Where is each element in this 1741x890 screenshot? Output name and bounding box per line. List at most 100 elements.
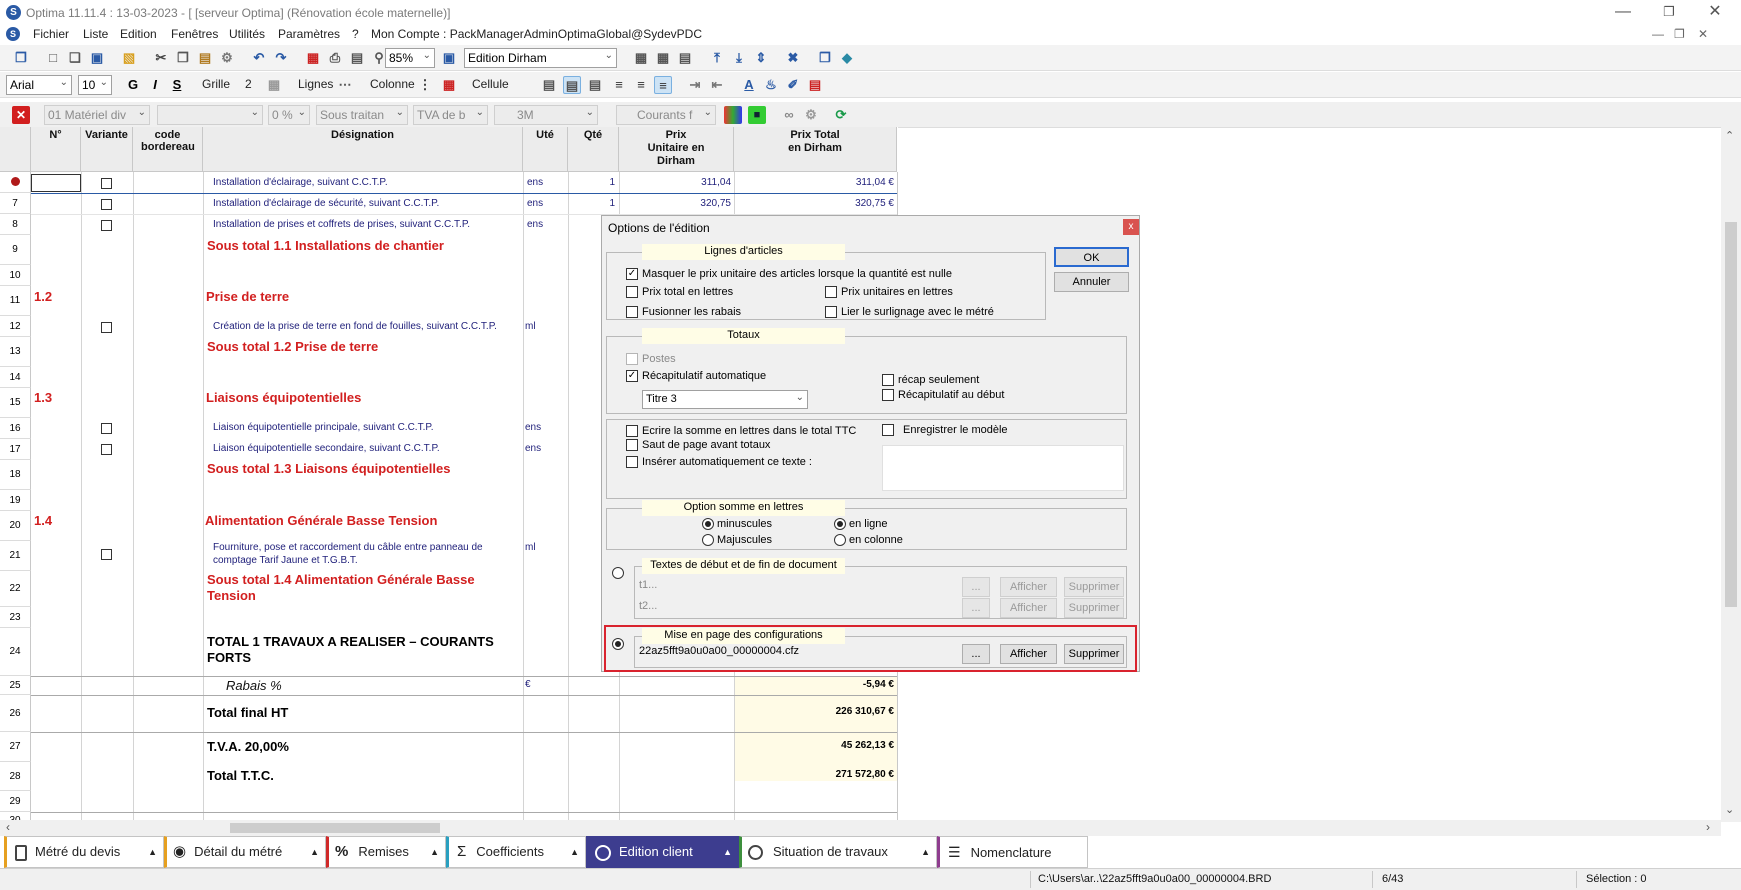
row-number[interactable]: 28 xyxy=(0,762,31,791)
section-number[interactable]: 1.2 xyxy=(34,289,52,304)
recap-seulement-checkbox[interactable] xyxy=(882,374,894,386)
row-number[interactable]: 18 xyxy=(0,460,31,490)
recap-debut-label[interactable]: Récapitulatif au début xyxy=(898,389,1004,401)
header-code-bordereau[interactable]: code bordereau xyxy=(133,127,203,172)
row-number[interactable]: 16 xyxy=(0,418,31,439)
enregistrer-modele-label[interactable]: Enregistrer le modèle xyxy=(903,424,1008,436)
print-preview-icon[interactable]: ▤ xyxy=(348,49,366,67)
minuscules-radio[interactable] xyxy=(702,518,714,530)
mdi-close-button[interactable]: ✕ xyxy=(1698,27,1708,41)
row-qte[interactable]: 1 xyxy=(570,177,615,188)
indent-increase-icon[interactable]: ⇥ xyxy=(686,76,704,94)
gear-disabled-icon[interactable]: ⚙ xyxy=(802,106,820,124)
cancel-button[interactable]: Annuler xyxy=(1054,272,1129,292)
grid-view2-icon[interactable]: ▦ xyxy=(654,49,672,67)
section-title[interactable]: Liaisons équipotentielles xyxy=(206,390,361,405)
row-number[interactable]: 25 xyxy=(0,676,31,695)
horizontal-scrollbar[interactable]: ‹ › xyxy=(0,820,1721,836)
lier-checkbox[interactable] xyxy=(825,306,837,318)
format-painter-icon[interactable]: ✐ xyxy=(784,76,802,94)
t1-browse-button[interactable]: ... xyxy=(962,577,990,597)
header-variante[interactable]: Variante xyxy=(81,127,133,172)
row-number[interactable]: 19 xyxy=(0,490,31,511)
link-icon[interactable]: ∞ xyxy=(780,106,798,124)
row-number[interactable]: 26 xyxy=(0,695,31,732)
menu-help[interactable]: ? xyxy=(352,27,359,41)
variante-checkbox[interactable] xyxy=(101,322,112,333)
section-title[interactable]: Alimentation Générale Basse Tension xyxy=(205,513,437,528)
menu-liste[interactable]: Liste xyxy=(83,27,108,41)
windows-icon[interactable]: ❐ xyxy=(12,49,30,67)
undo-icon[interactable]: ↶ xyxy=(250,49,268,67)
edition-select[interactable]: Edition Dirham ⌄ xyxy=(464,48,617,68)
bold-button[interactable]: G xyxy=(124,76,142,94)
new-file-icon[interactable]: □ xyxy=(44,49,62,67)
tab-situation-travaux[interactable]: Situation de travaux ▲ xyxy=(739,836,937,868)
menu-parametres[interactable]: Paramètres xyxy=(278,27,340,41)
en-colonne-radio[interactable] xyxy=(834,534,846,546)
en-colonne-label[interactable]: en colonne xyxy=(849,534,903,546)
total-ttc-value[interactable]: 271 572,80 € xyxy=(736,769,894,780)
ok-button[interactable]: OK xyxy=(1054,247,1129,267)
paste-icon[interactable]: ▤ xyxy=(196,49,214,67)
tab-metre-devis[interactable]: Métré du devis ▲ xyxy=(4,836,164,868)
prix-total-lettres-checkbox[interactable] xyxy=(626,286,638,298)
t2-browse-button[interactable]: ... xyxy=(962,598,990,618)
inserer-texte-label[interactable]: Insérer automatiquement ce texte : xyxy=(642,456,812,468)
filter-blank-select[interactable]: ⌄ xyxy=(157,105,263,125)
filter-3m-select[interactable]: 3M ⌄ xyxy=(494,105,598,125)
row-prix-unitaire[interactable]: 320,75 xyxy=(621,198,731,209)
config-afficher-button[interactable]: Afficher xyxy=(1000,644,1057,664)
row-ute[interactable]: ens xyxy=(527,198,543,209)
subtotal-label[interactable]: Sous total 1.4 Alimentation Générale Bas… xyxy=(207,572,475,587)
majuscules-label[interactable]: Majuscules xyxy=(717,534,772,546)
scrollbar-thumb[interactable] xyxy=(1725,222,1737,607)
row-number[interactable]: 7 xyxy=(0,193,31,214)
subtotal-label[interactable]: Sous total 1.1 Installations de chantier xyxy=(207,238,444,253)
titre-select[interactable]: Titre 3 ⌄ xyxy=(642,390,808,409)
menu-fenetres[interactable]: Fenêtres xyxy=(171,27,218,41)
grid-icon[interactable]: ▦ xyxy=(265,76,283,94)
row-designation[interactable]: Fourniture, pose et raccordement du câbl… xyxy=(213,542,483,553)
row-ute[interactable]: ml xyxy=(525,321,536,332)
fusionner-label[interactable]: Fusionner les rabais xyxy=(642,306,741,318)
move-bottom-icon[interactable]: ⤓ xyxy=(730,49,748,67)
fill-color-icon[interactable]: ♨ xyxy=(762,76,780,94)
copy-file-icon[interactable]: ❏ xyxy=(66,49,84,67)
recap-debut-checkbox[interactable] xyxy=(882,389,894,401)
zoom-select[interactable]: 85% ⌄ xyxy=(385,48,435,68)
strike-button[interactable]: S xyxy=(168,76,186,94)
cell-border-bottom-icon[interactable]: ▤ xyxy=(586,76,604,94)
mise-en-page-radio[interactable] xyxy=(612,638,624,650)
row-number[interactable]: 27 xyxy=(0,732,31,762)
lock-icon[interactable]: ■ xyxy=(748,106,766,124)
postes-label[interactable]: Postes xyxy=(642,353,676,365)
print-icon[interactable]: ⎙ xyxy=(326,49,344,67)
variante-checkbox[interactable] xyxy=(101,444,112,455)
tva-label[interactable]: T.V.A. 20,00% xyxy=(207,739,289,754)
move-top-icon[interactable]: ⤒ xyxy=(708,49,726,67)
enregistrer-modele-checkbox[interactable] xyxy=(882,424,894,436)
row-number[interactable]: 11 xyxy=(0,286,31,316)
font-color-icon[interactable]: A xyxy=(740,76,758,94)
row-number[interactable]: 15 xyxy=(0,388,31,418)
row-ute[interactable]: ens xyxy=(525,443,541,454)
prix-unit-lettres-label[interactable]: Prix unitaires en lettres xyxy=(841,286,953,298)
row-number[interactable]: 13 xyxy=(0,337,31,367)
prix-total-lettres-label[interactable]: Prix total en lettres xyxy=(642,286,733,298)
close-button[interactable]: ✕ xyxy=(1692,0,1738,26)
subtotal-label[interactable]: Sous total 1.3 Liaisons équipotentielles xyxy=(207,461,450,476)
column-color-icon[interactable]: ▦ xyxy=(440,76,458,94)
filter-soustraitance-select[interactable]: Sous traitan ⌄ xyxy=(316,105,408,125)
save-layout-icon[interactable]: ▣ xyxy=(440,49,458,67)
row-number[interactable]: 21 xyxy=(0,541,31,571)
subtotal-label-line2[interactable]: Tension xyxy=(207,588,256,603)
total-label[interactable]: TOTAL 1 TRAVAUX A REALISER – COURANTS xyxy=(207,634,494,649)
row-designation[interactable]: Installation de prises et coffrets de pr… xyxy=(213,219,470,230)
font-size-select[interactable]: 10 ⌄ xyxy=(78,75,112,95)
recap-auto-checkbox[interactable]: ✓ xyxy=(626,370,638,382)
filter-materiel-select[interactable]: 01 Matériel div ⌄ xyxy=(44,105,150,125)
settings-icon[interactable]: ⚙ xyxy=(218,49,236,67)
redo-icon[interactable]: ↷ xyxy=(272,49,290,67)
row-number[interactable]: 14 xyxy=(0,367,31,388)
